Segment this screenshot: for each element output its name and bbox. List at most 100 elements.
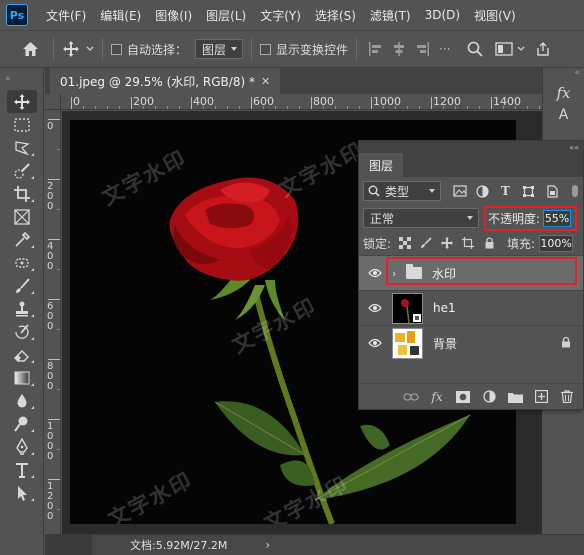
new-group-icon[interactable] (507, 389, 523, 405)
layer-name[interactable]: 背景 (433, 335, 457, 352)
shape-filter-icon[interactable] (520, 183, 537, 200)
workspace-chevron-icon[interactable] (517, 46, 525, 52)
eyedropper-tool[interactable] (7, 228, 37, 251)
eye-icon[interactable] (364, 303, 386, 313)
lock-transparent-pixels-icon[interactable] (399, 237, 412, 249)
smart-object-filter-icon[interactable] (543, 183, 560, 200)
fill-input[interactable]: 100% (539, 234, 574, 252)
more-options-icon[interactable]: ··· (439, 42, 450, 56)
eye-icon[interactable] (364, 338, 386, 348)
document-tab[interactable]: 01.jpeg @ 29.5% (水印, RGB/8) * ✕ (50, 68, 281, 94)
move-tool[interactable] (7, 90, 37, 113)
fill-label[interactable]: 填充: (507, 235, 535, 252)
align-center-icon[interactable] (391, 41, 407, 57)
menu-type[interactable]: 文字(Y) (260, 7, 301, 24)
tab-layers[interactable]: 图层 (359, 153, 404, 177)
move-tool-preset-icon[interactable] (62, 40, 80, 58)
frame-tool[interactable] (7, 205, 37, 228)
chevron-down-icon[interactable] (86, 46, 94, 52)
link-layers-icon[interactable] (403, 389, 419, 405)
toolbar-collapse-icon[interactable]: » (0, 68, 43, 90)
show-transform-checkbox[interactable]: 显示变换控件 (260, 41, 348, 58)
menu-filter[interactable]: 滤镜(T) (370, 7, 411, 24)
share-icon[interactable] (535, 41, 551, 57)
opacity-label[interactable]: 不透明度: (488, 210, 540, 227)
close-icon[interactable]: ✕ (261, 75, 270, 88)
lock-all-icon[interactable] (483, 237, 495, 249)
quick-select-icon (14, 162, 30, 179)
menu-view[interactable]: 视图(V) (474, 7, 516, 24)
lock-image-pixels-icon[interactable] (420, 237, 432, 249)
layer-name[interactable]: he1 (433, 301, 456, 315)
home-icon[interactable] (22, 41, 39, 57)
layer-row-background[interactable]: 背景 (359, 325, 583, 360)
auto-select-target-dropdown[interactable]: 图层 (195, 39, 244, 59)
new-layer-icon[interactable] (533, 389, 549, 405)
adjustment-layer-icon[interactable] (481, 389, 497, 405)
quick-select-tool[interactable] (7, 159, 37, 182)
lock-icon[interactable] (561, 336, 571, 351)
kind-filter-value: 类型 (385, 184, 410, 199)
kind-filter-dropdown[interactable]: 类型 (363, 181, 441, 201)
align-left-icon[interactable] (367, 41, 383, 57)
type-filter-icon[interactable]: T (497, 183, 514, 200)
workspace-icon[interactable] (494, 42, 513, 56)
auto-select-checkbox[interactable]: 自动选择： (111, 41, 187, 58)
lock-position-icon[interactable] (441, 237, 454, 249)
eraser-tool[interactable] (7, 343, 37, 366)
show-transform-check[interactable] (260, 43, 272, 55)
lasso-icon (15, 140, 30, 155)
gradient-tool[interactable] (7, 366, 37, 389)
fx-layer-style-icon[interactable]: fx (429, 389, 445, 405)
healing-brush-tool[interactable] (7, 251, 37, 274)
ruler-label: 1200 (433, 95, 461, 108)
menu-3d[interactable]: 3D(D) (425, 8, 460, 22)
lock-artboard-icon[interactable] (462, 237, 475, 249)
dock-collapse-icon[interactable]: « (543, 68, 584, 82)
clone-stamp-tool[interactable] (7, 297, 37, 320)
auto-select-check[interactable] (111, 43, 122, 55)
history-brush-tool[interactable] (7, 320, 37, 343)
ruler-label: 400 (193, 95, 214, 108)
image-filter-icon[interactable] (451, 183, 468, 200)
pen-tool[interactable] (7, 435, 37, 458)
search-icon[interactable] (467, 41, 483, 57)
layer-row-he1[interactable]: he1 (359, 290, 583, 325)
menu-image[interactable]: 图像(I) (155, 7, 192, 24)
menu-edit[interactable]: 编辑(E) (100, 7, 141, 24)
vertical-ruler[interactable]: 0 200 400 600 800 1000 1200 (45, 110, 61, 534)
crop-tool[interactable] (7, 182, 37, 205)
marquee-tool[interactable] (7, 113, 37, 136)
lasso-tool[interactable] (7, 136, 37, 159)
document-size-info[interactable]: 文档:5.92M/27.2M (130, 537, 227, 553)
path-select-tool[interactable] (7, 481, 37, 504)
ruler-label: 600 (253, 95, 274, 108)
menu-file[interactable]: 文件(F) (46, 7, 86, 24)
blur-tool[interactable] (7, 389, 37, 412)
eye-icon[interactable] (364, 268, 386, 278)
align-right-icon[interactable] (415, 41, 431, 57)
blend-mode-dropdown[interactable]: 正常 (363, 208, 479, 228)
delete-layer-icon[interactable] (559, 389, 575, 405)
fx-styles-icon[interactable]: fx (543, 82, 584, 104)
add-mask-icon[interactable] (455, 389, 471, 405)
document-tab-title: 01.jpeg @ 29.5% (水印, RGB/8) * (60, 74, 255, 89)
stamp-icon (16, 301, 28, 316)
opacity-highlight: 不透明度: 55% (484, 206, 577, 231)
frame-icon (14, 208, 30, 225)
opacity-input[interactable]: 55% (543, 210, 572, 227)
type-tool[interactable] (7, 458, 37, 481)
dodge-tool[interactable] (7, 412, 37, 435)
brush-tool[interactable] (7, 274, 37, 297)
menu-select[interactable]: 选择(S) (315, 7, 356, 24)
layer-row-watermark-group[interactable]: › 水印 (359, 255, 583, 290)
filter-toggle-icon[interactable] (566, 183, 583, 200)
adjustment-filter-icon[interactable] (474, 183, 491, 200)
chevron-right-icon[interactable]: › (265, 538, 270, 552)
zoom-field[interactable] (45, 534, 92, 555)
horizontal-ruler[interactable]: 0 200 400 600 800 1000 1200 1400 (61, 94, 542, 110)
menu-layer[interactable]: 图层(L) (206, 7, 246, 24)
character-panel-icon[interactable]: A (543, 104, 584, 126)
panel-collapse-icon[interactable]: «« (569, 143, 579, 152)
ruler-origin[interactable] (45, 94, 61, 110)
